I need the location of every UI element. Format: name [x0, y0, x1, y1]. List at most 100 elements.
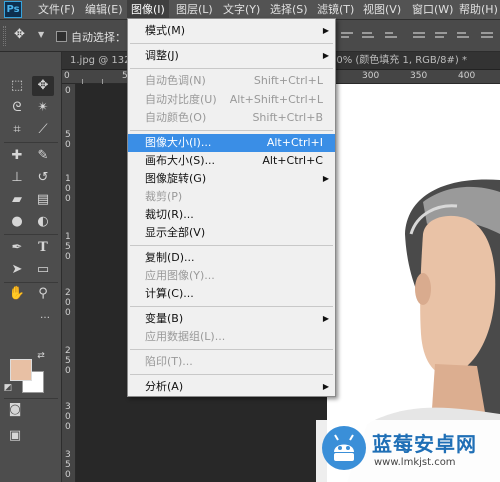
image-menu-dropdown: 模式(M) ▶ 调整(J) ▶ 自动色调(N) Shift+Ctrl+L 自动对比度(… [127, 18, 336, 397]
screen-mode-icon[interactable]: ▣ [4, 426, 26, 446]
gradient-tool-icon[interactable]: ▤ [32, 190, 54, 210]
ruler-label: 1 [65, 174, 71, 184]
type-tool-icon[interactable]: T [32, 238, 54, 258]
watermark-url: www.lmkjst.com [374, 457, 456, 468]
distribute-icon[interactable] [480, 30, 494, 42]
menu-item-calculations[interactable]: 计算(C)... [128, 285, 335, 303]
menu-separator [130, 68, 333, 69]
chevron-down-icon[interactable]: ▼ [38, 30, 44, 39]
menu-item-analysis[interactable]: 分析(A) ▶ [128, 378, 335, 396]
move-tool-preset-icon[interactable]: ✥ [14, 27, 25, 42]
menu-type[interactable]: 文字(Y) [223, 0, 260, 20]
tool-divider [4, 282, 58, 283]
brush-tool-icon[interactable]: ✎ [32, 146, 54, 166]
marquee-tool-icon[interactable]: ⬚ [6, 76, 28, 96]
align-top-icon[interactable] [340, 30, 354, 42]
menu-help[interactable]: 帮助(H) [459, 0, 500, 20]
watermark: 蓝莓安卓网 www.lmkjst.com [316, 420, 500, 482]
healing-brush-tool-icon[interactable]: ✚ [6, 146, 28, 166]
ruler-label: 5 [65, 130, 71, 140]
menu-item-image-size[interactable]: 图像大小(I)... Alt+Ctrl+I [128, 134, 335, 152]
watermark-title: 蓝莓安卓网 [372, 432, 477, 456]
auto-select-checkbox[interactable] [56, 31, 67, 42]
ruler-label: 3 [65, 402, 71, 412]
ruler-label: 5 [65, 356, 71, 366]
more-tools-icon[interactable]: … [34, 306, 56, 326]
menu-item-canvas-size[interactable]: 画布大小(S)... Alt+Ctrl+C [128, 152, 335, 170]
menu-view[interactable]: 视图(V) [363, 0, 401, 20]
menu-image[interactable]: 图像(I) [127, 0, 169, 20]
menu-separator [130, 349, 333, 350]
ruler-label: 5 [65, 242, 71, 252]
align-left-icon[interactable] [412, 30, 426, 42]
crop-tool-icon[interactable]: ⌗ [6, 120, 28, 140]
document-tab-title[interactable]: 00% (颜色填充 1, RGB/8#) * [330, 52, 467, 70]
menu-separator [130, 130, 333, 131]
menu-select[interactable]: 选择(S) [270, 0, 308, 20]
ruler-label: 0 [65, 308, 71, 318]
menu-item-variables[interactable]: 变量(B) ▶ [128, 310, 335, 328]
menu-layer[interactable]: 图层(L) [176, 0, 213, 20]
document-tab[interactable]: 1.jpg @ 132 [70, 52, 130, 70]
ruler-label: 2 [65, 288, 71, 298]
quick-mask-icon[interactable]: ◙ [4, 400, 26, 420]
menu-item-image-rotation[interactable]: 图像旋转(G) ▶ [128, 170, 335, 188]
vertical-ruler[interactable]: 0 5 0 1 0 0 1 5 0 2 0 0 2 5 0 3 0 0 3 5 … [62, 84, 76, 482]
ruler-label: 0 [65, 298, 71, 308]
history-brush-tool-icon[interactable]: ↺ [32, 168, 54, 188]
menu-file[interactable]: 文件(F) [38, 0, 75, 20]
align-right-icon[interactable] [456, 30, 470, 42]
align-bottom-icon[interactable] [384, 30, 398, 42]
ruler-label: 0 [65, 140, 71, 150]
align-vcenter-icon[interactable] [361, 30, 375, 42]
menu-separator [130, 245, 333, 246]
ruler-label: 0 [65, 252, 71, 262]
ruler-label: 0 [65, 412, 71, 422]
ruler-label: 1 [65, 232, 71, 242]
ruler-label: 5 [65, 460, 71, 470]
menu-item-trap[interactable]: 陷印(T)... [128, 353, 335, 371]
options-grip[interactable] [3, 26, 6, 46]
ruler-label: 3 [65, 450, 71, 460]
menu-item-apply-data-set[interactable]: 应用数据组(L)... [128, 328, 335, 346]
eraser-tool-icon[interactable]: ▰ [6, 190, 28, 210]
menu-item-reveal-all[interactable]: 显示全部(V) [128, 224, 335, 242]
swap-colors-icon[interactable]: ⇄ [34, 350, 48, 362]
menu-separator [130, 306, 333, 307]
move-tool-icon[interactable]: ✥ [32, 76, 54, 96]
hand-tool-icon[interactable]: ✋ [6, 284, 28, 304]
align-hcenter-icon[interactable] [434, 30, 448, 42]
menu-item-crop[interactable]: 裁剪(P) [128, 188, 335, 206]
menu-item-auto-contrast[interactable]: 自动对比度(U) Alt+Shift+Ctrl+L [128, 91, 335, 109]
menu-item-auto-color[interactable]: 自动颜色(O) Shift+Ctrl+B [128, 109, 335, 127]
menu-item-auto-tone[interactable]: 自动色调(N) Shift+Ctrl+L [128, 72, 335, 90]
foreground-color-swatch[interactable] [10, 359, 32, 381]
rectangle-tool-icon[interactable]: ▭ [32, 260, 54, 280]
menu-item-adjustments[interactable]: 调整(J) ▶ [128, 47, 335, 65]
menu-window[interactable]: 窗口(W) [412, 0, 453, 20]
tool-divider [4, 234, 58, 235]
menu-edit[interactable]: 编辑(E) [85, 0, 123, 20]
menu-item-duplicate[interactable]: 复制(D)... [128, 249, 335, 267]
dodge-tool-icon[interactable]: ◐ [32, 212, 54, 232]
ruler-label: 0 [65, 184, 71, 194]
eyedropper-tool-icon[interactable]: ⟋ [32, 120, 54, 140]
submenu-arrow-icon: ▶ [322, 382, 329, 391]
menu-filter[interactable]: 滤镜(T) [317, 0, 354, 20]
zoom-tool-icon[interactable]: ⚲ [32, 284, 54, 304]
menu-item-apply-image[interactable]: 应用图像(Y)... [128, 267, 335, 285]
default-colors-icon[interactable]: ◩ [2, 382, 14, 394]
submenu-arrow-icon: ▶ [322, 26, 329, 35]
ruler-label: 0 [65, 366, 71, 376]
blur-tool-icon[interactable]: ● [6, 212, 28, 232]
ruler-label: 0 [65, 422, 71, 432]
lasso-tool-icon[interactable]: ᘓ [6, 98, 28, 118]
menu-item-trim[interactable]: 裁切(R)... [128, 206, 335, 224]
ruler-label: 2 [65, 346, 71, 356]
clone-stamp-tool-icon[interactable]: ⊥ [6, 168, 28, 188]
pen-tool-icon[interactable]: ✒ [6, 238, 28, 258]
menu-bar: Ps 文件(F) 编辑(E) 图像(I) 图层(L) 文字(Y) 选择(S) 滤… [0, 0, 500, 20]
menu-item-mode[interactable]: 模式(M) ▶ [128, 22, 335, 40]
path-selection-tool-icon[interactable]: ➤ [6, 260, 28, 280]
magic-wand-tool-icon[interactable]: ✴ [32, 98, 54, 118]
